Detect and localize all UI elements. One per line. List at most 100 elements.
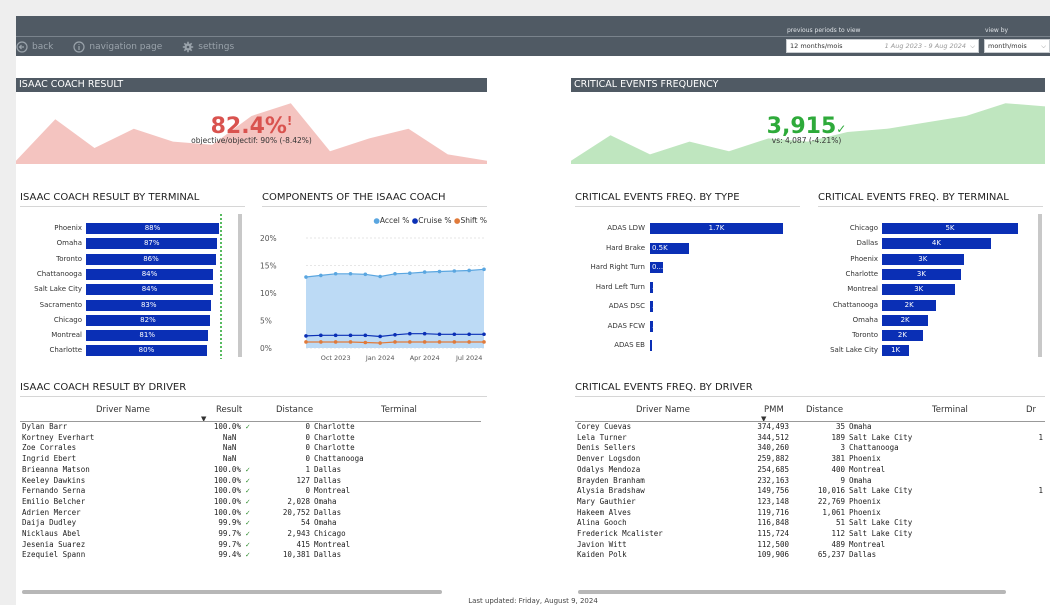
data-point[interactable] xyxy=(467,332,471,337)
data-point[interactable] xyxy=(319,273,323,278)
data-point[interactable] xyxy=(363,333,368,338)
data-point[interactable] xyxy=(422,340,427,344)
table-row[interactable]: Nicklaus Abel 99.7% ✓ 2,943 Chicago xyxy=(20,529,481,540)
table-row[interactable]: Ezequiel Spann 99.4% ✓ 10,381 Dallas xyxy=(20,550,481,561)
data-point[interactable] xyxy=(452,340,457,344)
table-row[interactable]: Jesenia Suarez 99.7% ✓ 415 Montreal xyxy=(20,540,481,551)
data-point[interactable] xyxy=(422,270,427,274)
data-point[interactable] xyxy=(408,331,412,336)
data-point[interactable] xyxy=(348,340,353,344)
table-row[interactable]: Lela Turner 344,512 189 Salt Lake City 1 xyxy=(575,433,1045,444)
cell-distance: 54 xyxy=(300,518,310,528)
col-driver-name[interactable]: Driver Name xyxy=(636,405,690,415)
table-row[interactable]: Zoe Corrales NaN 0 Charlotte xyxy=(20,443,481,454)
data-point[interactable] xyxy=(319,340,323,344)
table-row[interactable]: Brayden Branham 232,163 9 Omaha xyxy=(575,476,1045,487)
table-row[interactable]: Denis Sellers 340,260 3 Chattanooga xyxy=(575,443,1045,454)
bar[interactable] xyxy=(650,340,652,351)
data-point[interactable] xyxy=(422,331,427,336)
table-row[interactable]: Mary Gauthier 123,148 22,769 Phoenix xyxy=(575,497,1045,508)
cell-distance: 381 xyxy=(831,454,845,464)
data-point[interactable] xyxy=(304,334,308,338)
table-row[interactable]: Kaiden Polk 109,906 65,237 Dallas xyxy=(575,550,1045,561)
cell-dr xyxy=(1027,529,1045,540)
data-point[interactable] xyxy=(348,271,353,276)
data-point[interactable] xyxy=(437,332,442,337)
table-row[interactable]: Corey Cuevas 374,493 35 Omaha xyxy=(575,422,1045,433)
table-row[interactable]: Kortney Everhart NaN 0 Charlotte xyxy=(20,433,481,444)
table-row[interactable]: Frederick Mcalister 115,724 112 Salt Lake C… xyxy=(575,529,1045,540)
cell-pmm: 109,906 xyxy=(757,550,789,560)
data-point[interactable] xyxy=(482,340,486,344)
col-distance[interactable]: Distance xyxy=(806,405,843,415)
cell-terminal: Dallas xyxy=(314,475,342,485)
vertical-scrollbar[interactable] xyxy=(1038,214,1042,357)
table-row[interactable]: Alina Gooch 116,848 51 Salt Lake City xyxy=(575,518,1045,529)
data-point[interactable] xyxy=(304,340,308,344)
cell-result: 100.0% ✓ xyxy=(213,464,250,474)
table-row[interactable]: Odalys Mendoza 254,685 400 Montreal xyxy=(575,465,1045,476)
data-point[interactable] xyxy=(333,333,338,338)
data-point[interactable] xyxy=(452,269,457,273)
horizontal-scrollbar[interactable] xyxy=(22,590,442,594)
col-distance[interactable]: Distance xyxy=(276,405,313,415)
table-row[interactable]: Daija Dudley 99.9% ✓ 54 Omaha xyxy=(20,518,481,529)
data-point[interactable] xyxy=(482,332,486,337)
table-row[interactable]: Hakeem Alves 119,716 1,061 Phoenix xyxy=(575,508,1045,519)
viewby-value: month/mois xyxy=(988,42,1027,50)
data-point[interactable] xyxy=(408,340,412,344)
table-row[interactable]: Alysia Bradshaw 149,756 10,016 Salt Lake Ci… xyxy=(575,486,1045,497)
col-driver-name[interactable]: Driver Name xyxy=(96,405,150,415)
periods-select[interactable]: 12 months/mois 1 Aug 2023 - 9 Aug 2024 ⌵ xyxy=(786,39,979,53)
data-point[interactable] xyxy=(363,272,368,277)
table-row[interactable]: Denver Logsdon 259,882 381 Phoenix xyxy=(575,454,1045,465)
objective-line xyxy=(220,214,222,359)
bar-label: Phoenix xyxy=(850,254,878,263)
cell-distance: 189 xyxy=(831,432,845,442)
data-point[interactable] xyxy=(467,268,471,273)
col-pmm[interactable]: PMM xyxy=(764,405,784,415)
vertical-scrollbar[interactable] xyxy=(238,214,242,357)
data-point[interactable] xyxy=(378,341,382,345)
data-point[interactable] xyxy=(437,269,442,274)
bar-value-label: 1.7K xyxy=(708,224,725,232)
bar-value-label: 0... xyxy=(652,263,664,271)
col-terminal[interactable]: Terminal xyxy=(932,405,968,415)
data-point[interactable] xyxy=(378,274,382,279)
table-row[interactable]: Adrien Mercer 100.0% ✓ 20,752 Dallas xyxy=(20,508,481,519)
horizontal-scrollbar[interactable] xyxy=(578,590,1006,594)
navigation-page-button[interactable]: navigation page xyxy=(73,41,162,53)
cell-driver-name: Adrien Mercer xyxy=(22,507,81,517)
data-point[interactable] xyxy=(319,333,323,338)
col-dr[interactable]: Dr xyxy=(1026,405,1036,415)
data-point[interactable] xyxy=(363,340,368,345)
cell-distance: 20,752 xyxy=(282,507,310,517)
data-point[interactable] xyxy=(408,271,412,275)
data-point[interactable] xyxy=(393,340,397,344)
data-point[interactable] xyxy=(393,333,397,337)
data-point[interactable] xyxy=(467,340,471,344)
table-row[interactable]: Keeley Dawkins 100.0% ✓ 127 Dallas xyxy=(20,476,481,487)
col-result[interactable]: Result xyxy=(216,405,242,415)
table-row[interactable]: Dylan Barr 100.0% ✓ 0 Charlotte xyxy=(20,422,481,433)
data-point[interactable] xyxy=(333,340,338,344)
data-point[interactable] xyxy=(437,340,442,344)
data-point[interactable] xyxy=(348,333,353,338)
table-row[interactable]: Emilio Belcher 100.0% ✓ 2,028 Omaha xyxy=(20,497,481,508)
data-point[interactable] xyxy=(393,271,397,276)
table-row[interactable]: Fernando Serna 100.0% ✓ 0 Montreal xyxy=(20,486,481,497)
col-terminal[interactable]: Terminal xyxy=(381,405,417,415)
cell-result: 99.9% ✓ xyxy=(218,518,250,528)
table-row[interactable]: Javion Witt 112,500 489 Montreal xyxy=(575,540,1045,551)
cell-pmm: 115,724 xyxy=(757,529,789,539)
data-point[interactable] xyxy=(333,271,338,276)
data-point[interactable] xyxy=(304,275,308,279)
data-point[interactable] xyxy=(378,334,382,339)
data-point[interactable] xyxy=(452,332,457,337)
back-button[interactable]: back xyxy=(16,41,53,53)
table-row[interactable]: Ingrid Ebert NaN 0 Chattanooga xyxy=(20,454,481,465)
settings-button[interactable]: settings xyxy=(182,41,234,53)
viewby-select[interactable]: month/mois ⌵ xyxy=(984,39,1050,53)
data-point[interactable] xyxy=(482,267,486,272)
table-row[interactable]: Brieanna Matson 100.0% ✓ 1 Dallas xyxy=(20,465,481,476)
